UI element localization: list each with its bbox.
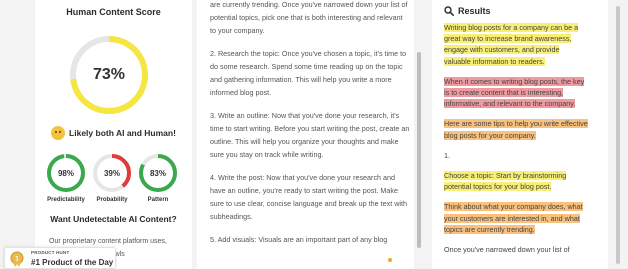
plain-sentence: 1. <box>444 150 450 160</box>
article-panel[interactable]: are currently trending. Once you've narr… <box>197 0 415 269</box>
pattern-label: Pattern <box>147 197 169 203</box>
mouse-cursor <box>388 258 392 262</box>
results-header: Results <box>444 6 491 16</box>
product-hunt-label: PRODUCT HUNT <box>31 250 70 255</box>
highlighted-sentence: Choose a topic: Start by brainstorming p… <box>444 171 567 192</box>
highlighted-sentence: Writing blog posts for a company can be … <box>444 23 579 66</box>
highlighted-sentence: Think about what your company does, what… <box>444 202 583 234</box>
plain-sentence: Once you've narrowed down your list of <box>444 245 570 255</box>
article-paragraph: 4. Write the post: Now that you've done … <box>210 173 407 221</box>
article-text: are currently trending. Once you've narr… <box>210 0 410 256</box>
result-sentence: Here are some tips to help you write eff… <box>444 118 588 140</box>
article-paragraph: 2. Research the topic: Once you've chose… <box>210 49 407 97</box>
medal-icon: 1 <box>10 251 24 267</box>
article-paragraph: 3. Write an outline: Now that you've don… <box>210 111 410 159</box>
product-of-the-day-label: #1 Product of the Day <box>31 258 114 267</box>
results-scrollbar-thumb[interactable] <box>616 6 620 264</box>
highlighted-sentence: When it comes to writing blog posts, the… <box>444 76 585 109</box>
human-score-value: 73% <box>92 66 126 83</box>
result-sentence: Think about what your company does, what… <box>444 201 588 235</box>
cta-title: Want Undetectable AI Content? <box>50 214 177 224</box>
result-sentence: When it comes to writing blog posts, the… <box>444 76 588 110</box>
probability-value: 39% <box>103 168 120 178</box>
metric-pattern: 83% Pattern <box>137 153 179 209</box>
metric-probability: 39% Probability <box>91 153 133 209</box>
results-title: Results <box>458 6 491 16</box>
article-paragraph: are currently trending. Once you've narr… <box>210 0 408 35</box>
result-sentence: Once you've narrowed down your list of <box>444 244 588 255</box>
pattern-value: 83% <box>149 168 166 178</box>
score-title: Human Content Score <box>66 7 161 17</box>
article-paragraph: 5. Add visuals: Visuals are an important… <box>210 235 388 244</box>
metric-predictability: 98% Predictability <box>45 153 87 209</box>
highlighted-sentence: Here are some tips to help you write eff… <box>444 119 588 140</box>
product-hunt-badge[interactable]: 1 PRODUCT HUNT #1 Product of the Day <box>4 247 116 269</box>
result-sentence: 1. <box>444 150 588 161</box>
result-sentence: Writing blog posts for a company can be … <box>444 22 588 67</box>
predictability-value: 98% <box>57 168 74 178</box>
search-icon <box>444 6 454 16</box>
results-body: Writing blog posts for a company can be … <box>444 22 588 264</box>
article-scrollbar-thumb[interactable] <box>417 52 421 248</box>
results-panel[interactable]: Results Writing blog posts for a company… <box>432 0 608 269</box>
thinking-face-icon <box>51 126 66 140</box>
verdict: Likely both AI and Human! <box>35 126 192 140</box>
verdict-text: Likely both AI and Human! <box>69 128 176 138</box>
score-panel: Human Content Score 73% Likely both AI a… <box>35 0 192 269</box>
result-sentence: Choose a topic: Start by brainstorming p… <box>444 170 588 192</box>
